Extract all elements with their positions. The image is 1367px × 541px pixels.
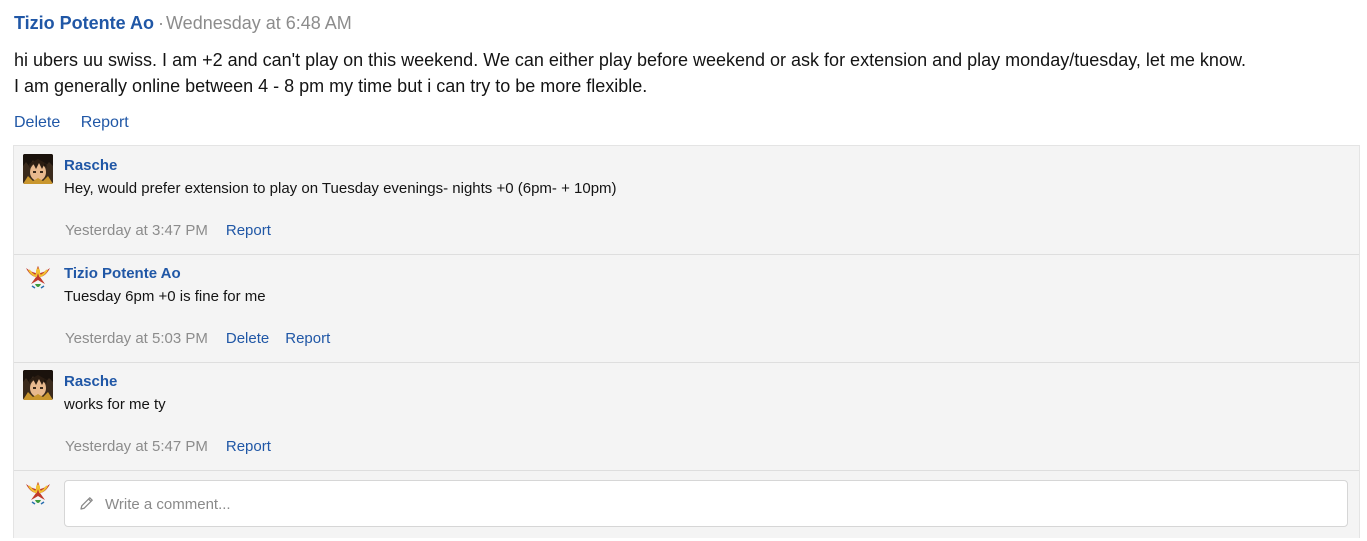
write-comment-box[interactable] <box>64 480 1348 528</box>
phoenix-bird-avatar-icon[interactable] <box>23 262 53 292</box>
comment-text: Hey, would prefer extension to play on T… <box>64 180 617 197</box>
comment-text: works for me ty <box>64 396 166 413</box>
comment-list: Rasche Hey, would prefer extension to pl… <box>13 145 1360 538</box>
post-actions: Delete Report <box>14 114 145 132</box>
comment-item: Rasche Hey, would prefer extension to pl… <box>14 146 1359 255</box>
comment-delete-link[interactable]: Delete <box>226 330 269 347</box>
profile-post: Tizio Potente Ao · Wednesday at 6:48 AM hi… <box>0 0 1367 541</box>
comment-item: Tizio Potente Ao Tuesday 6pm +0 is fine … <box>14 254 1359 363</box>
comment-date[interactable]: Yesterday at 3:47 PM <box>65 222 208 239</box>
comment-actions: Yesterday at 5:03 PM Delete Report <box>65 330 346 347</box>
comment-date[interactable]: Yesterday at 5:47 PM <box>65 438 208 455</box>
comment-reply-area <box>14 471 1359 538</box>
pencil-icon <box>79 495 95 516</box>
comment-actions: Yesterday at 3:47 PM Report <box>65 222 287 239</box>
comment-actions: Yesterday at 5:47 PM Report <box>65 438 287 455</box>
header-separator: · <box>158 13 165 33</box>
comment-author-link[interactable]: Rasche <box>64 373 117 390</box>
post-body: hi ubers uu swiss. I am +2 and can't pla… <box>14 47 1246 99</box>
comment-item: Rasche works for me ty Yesterday at 5:47… <box>14 362 1359 471</box>
post-body-line: I am generally online between 4 - 8 pm m… <box>14 76 648 96</box>
post-header: Tizio Potente Ao · Wednesday at 6:48 AM <box>14 13 352 34</box>
anime-character-avatar-icon[interactable] <box>23 154 53 184</box>
comment-report-link[interactable]: Report <box>226 438 271 455</box>
comment-text: Tuesday 6pm +0 is fine for me <box>64 288 266 305</box>
post-report-link[interactable]: Report <box>81 114 129 131</box>
phoenix-bird-avatar-icon <box>23 478 53 508</box>
comment-author-link[interactable]: Tizio Potente Ao <box>64 265 181 282</box>
post-date[interactable]: Wednesday at 6:48 AM <box>166 13 352 33</box>
anime-character-avatar-icon[interactable] <box>23 370 53 400</box>
write-comment-input[interactable] <box>103 481 1327 528</box>
post-author-link[interactable]: Tizio Potente Ao <box>14 13 154 33</box>
comment-report-link[interactable]: Report <box>285 330 330 347</box>
comment-report-link[interactable]: Report <box>226 222 271 239</box>
post-delete-link[interactable]: Delete <box>14 114 60 131</box>
comment-author-link[interactable]: Rasche <box>64 157 117 174</box>
comment-date[interactable]: Yesterday at 5:03 PM <box>65 330 208 347</box>
post-body-line: hi ubers uu swiss. I am +2 and can't pla… <box>14 50 1246 70</box>
